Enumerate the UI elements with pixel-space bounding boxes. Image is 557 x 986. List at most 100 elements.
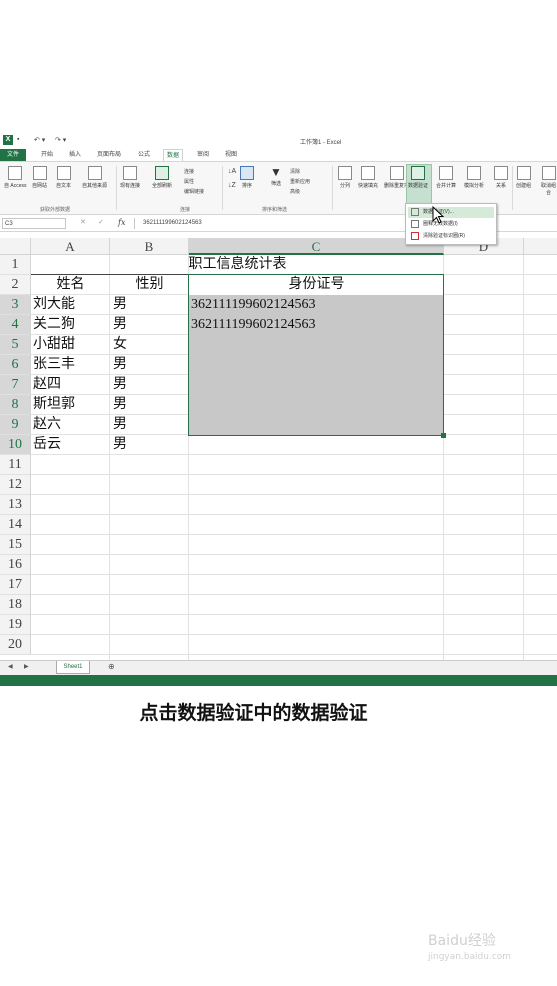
header-gender-cell[interactable]: 性别 bbox=[110, 275, 189, 295]
worksheet-grid[interactable]: A B C D 1 2 3 4 5 6 7 8 9 10 11 12 13 14 15 16 17 18 19 20 … bbox=[0, 238, 557, 660]
edit-links-button[interactable]: 编辑链接 bbox=[184, 188, 204, 195]
cell-name[interactable]: 岳云 bbox=[33, 435, 61, 455]
tab-file[interactable]: 文件 bbox=[0, 149, 26, 161]
baidu-watermark: Baidu经验 jingyan.baidu.com bbox=[428, 933, 512, 962]
access-icon bbox=[8, 166, 23, 180]
save-icon[interactable]: ▪ bbox=[17, 136, 19, 143]
existing-connections-button[interactable]: 现有连接 bbox=[120, 166, 140, 189]
filter-button[interactable]: ▼ 筛选 bbox=[270, 166, 282, 187]
cell-gender[interactable]: 男 bbox=[113, 395, 127, 415]
connections-button[interactable]: 连接 bbox=[184, 168, 194, 175]
sheet-tab-sheet1[interactable]: Sheet1 bbox=[56, 661, 90, 674]
row-header-15[interactable]: 15 bbox=[0, 535, 31, 555]
insert-function-icon[interactable]: fx bbox=[118, 218, 125, 227]
row-header-8[interactable]: 8 bbox=[0, 395, 31, 415]
row-header-11[interactable]: 11 bbox=[0, 455, 31, 475]
tab-home[interactable]: 开始 bbox=[38, 149, 56, 161]
selection-border bbox=[188, 274, 444, 436]
refresh-all-button[interactable]: 全部刷新 bbox=[152, 166, 172, 189]
row-header-16[interactable]: 16 bbox=[0, 555, 31, 575]
enter-icon[interactable]: ✓ bbox=[98, 218, 104, 226]
name-box[interactable]: C3 bbox=[2, 218, 66, 229]
row-header-13[interactable]: 13 bbox=[0, 495, 31, 515]
group-button[interactable]: 创建组 bbox=[516, 166, 531, 189]
cancel-icon[interactable]: ✕ bbox=[80, 218, 86, 226]
sort-za-icon[interactable]: ↓Z bbox=[228, 182, 236, 189]
column-header-e[interactable] bbox=[524, 238, 557, 255]
group-label-connections: 连接 bbox=[180, 207, 191, 213]
group-icon bbox=[516, 166, 531, 180]
relationships-button[interactable]: 关系 bbox=[494, 166, 508, 189]
row-header-2[interactable]: 2 bbox=[0, 275, 31, 295]
next-sheet-icon[interactable]: ▶ bbox=[24, 663, 29, 670]
ungroup-button[interactable]: 取消组合 bbox=[540, 166, 557, 196]
select-all-corner[interactable] bbox=[0, 238, 31, 255]
sort-button[interactable]: 排序 bbox=[240, 166, 254, 189]
dropdown-item-circle-invalid[interactable]: 圈释无效数据(I) bbox=[408, 219, 494, 230]
dropdown-item-data-validation[interactable]: 数据验证(V)... bbox=[408, 207, 494, 218]
window-title: 工作簿1 - Excel bbox=[300, 140, 342, 146]
tab-insert[interactable]: 插入 bbox=[66, 149, 84, 161]
sort-az-icon[interactable]: ↓A bbox=[228, 168, 236, 175]
tab-view[interactable]: 视图 bbox=[222, 149, 240, 161]
row-header-1[interactable]: 1 bbox=[0, 255, 31, 275]
from-web-button[interactable]: 自网站 bbox=[32, 166, 47, 189]
dropdown-item-clear-circles[interactable]: 清除验证标识圈(R) bbox=[408, 231, 494, 242]
cell-gender[interactable]: 女 bbox=[113, 335, 127, 355]
cell-gender[interactable]: 男 bbox=[113, 435, 127, 455]
row-header-5[interactable]: 5 bbox=[0, 335, 31, 355]
clear-button[interactable]: 清除 bbox=[290, 168, 300, 175]
flash-fill-button[interactable]: 快速填充 bbox=[358, 166, 378, 189]
cell-gender[interactable]: 男 bbox=[113, 315, 127, 335]
row-header-10[interactable]: 10 bbox=[0, 435, 31, 455]
cell-gender[interactable]: 男 bbox=[113, 295, 127, 315]
circle-invalid-icon bbox=[411, 219, 419, 228]
fill-handle[interactable] bbox=[441, 433, 446, 438]
cell-name[interactable]: 关二狗 bbox=[33, 315, 75, 335]
prev-sheet-icon[interactable]: ◀ bbox=[8, 663, 13, 670]
text-to-columns-button[interactable]: 分列 bbox=[338, 166, 352, 189]
validation-icon bbox=[411, 207, 419, 216]
sheet-title-cell[interactable]: 职工信息统计表 bbox=[110, 255, 365, 275]
column-gridline bbox=[523, 255, 524, 660]
row-header-6[interactable]: 6 bbox=[0, 355, 31, 375]
tab-review[interactable]: 审阅 bbox=[194, 149, 212, 161]
add-sheet-icon[interactable]: ⊕ bbox=[108, 662, 115, 671]
column-header-a[interactable]: A bbox=[31, 238, 110, 255]
advanced-button[interactable]: 高级 bbox=[290, 188, 300, 195]
cell-name[interactable]: 赵四 bbox=[33, 375, 61, 395]
what-if-button[interactable]: 模拟分析 bbox=[464, 166, 484, 189]
tab-formulas[interactable]: 公式 bbox=[135, 149, 153, 161]
consolidate-button[interactable]: 合并计算 bbox=[436, 166, 456, 189]
reapply-button[interactable]: 重新应用 bbox=[290, 178, 310, 185]
row-header-3[interactable]: 3 bbox=[0, 295, 31, 315]
row-header-20[interactable]: 20 bbox=[0, 635, 31, 655]
row-header-17[interactable]: 17 bbox=[0, 575, 31, 595]
sort-icon bbox=[240, 166, 254, 180]
cell-name[interactable]: 刘大能 bbox=[33, 295, 75, 315]
cell-gender[interactable]: 男 bbox=[113, 375, 127, 395]
tab-page-layout[interactable]: 页面布局 bbox=[94, 149, 124, 161]
cell-name[interactable]: 小甜甜 bbox=[33, 335, 75, 355]
cell-gender[interactable]: 男 bbox=[113, 355, 127, 375]
from-other-button[interactable]: 自其他来源 bbox=[82, 166, 107, 189]
cell-name[interactable]: 斯坦郭 bbox=[33, 395, 75, 415]
from-access-button[interactable]: 自 Access bbox=[4, 166, 27, 189]
undo-icon[interactable]: ↶ ▾ bbox=[34, 136, 45, 144]
header-name-cell[interactable]: 姓名 bbox=[31, 275, 110, 295]
row-header-4[interactable]: 4 bbox=[0, 315, 31, 335]
properties-button[interactable]: 属性 bbox=[184, 178, 194, 185]
row-header-14[interactable]: 14 bbox=[0, 515, 31, 535]
tab-data[interactable]: 数据 bbox=[163, 149, 184, 161]
from-text-button[interactable]: 自文本 bbox=[56, 166, 71, 189]
cell-gender[interactable]: 男 bbox=[113, 415, 127, 435]
row-header-18[interactable]: 18 bbox=[0, 595, 31, 615]
row-header-7[interactable]: 7 bbox=[0, 375, 31, 395]
cell-name[interactable]: 赵六 bbox=[33, 415, 61, 435]
row-header-19[interactable]: 19 bbox=[0, 615, 31, 635]
row-header-12[interactable]: 12 bbox=[0, 475, 31, 495]
column-header-b[interactable]: B bbox=[110, 238, 189, 255]
redo-icon[interactable]: ↷ ▾ bbox=[55, 136, 66, 144]
cell-name[interactable]: 张三丰 bbox=[33, 355, 75, 375]
row-header-9[interactable]: 9 bbox=[0, 415, 31, 435]
